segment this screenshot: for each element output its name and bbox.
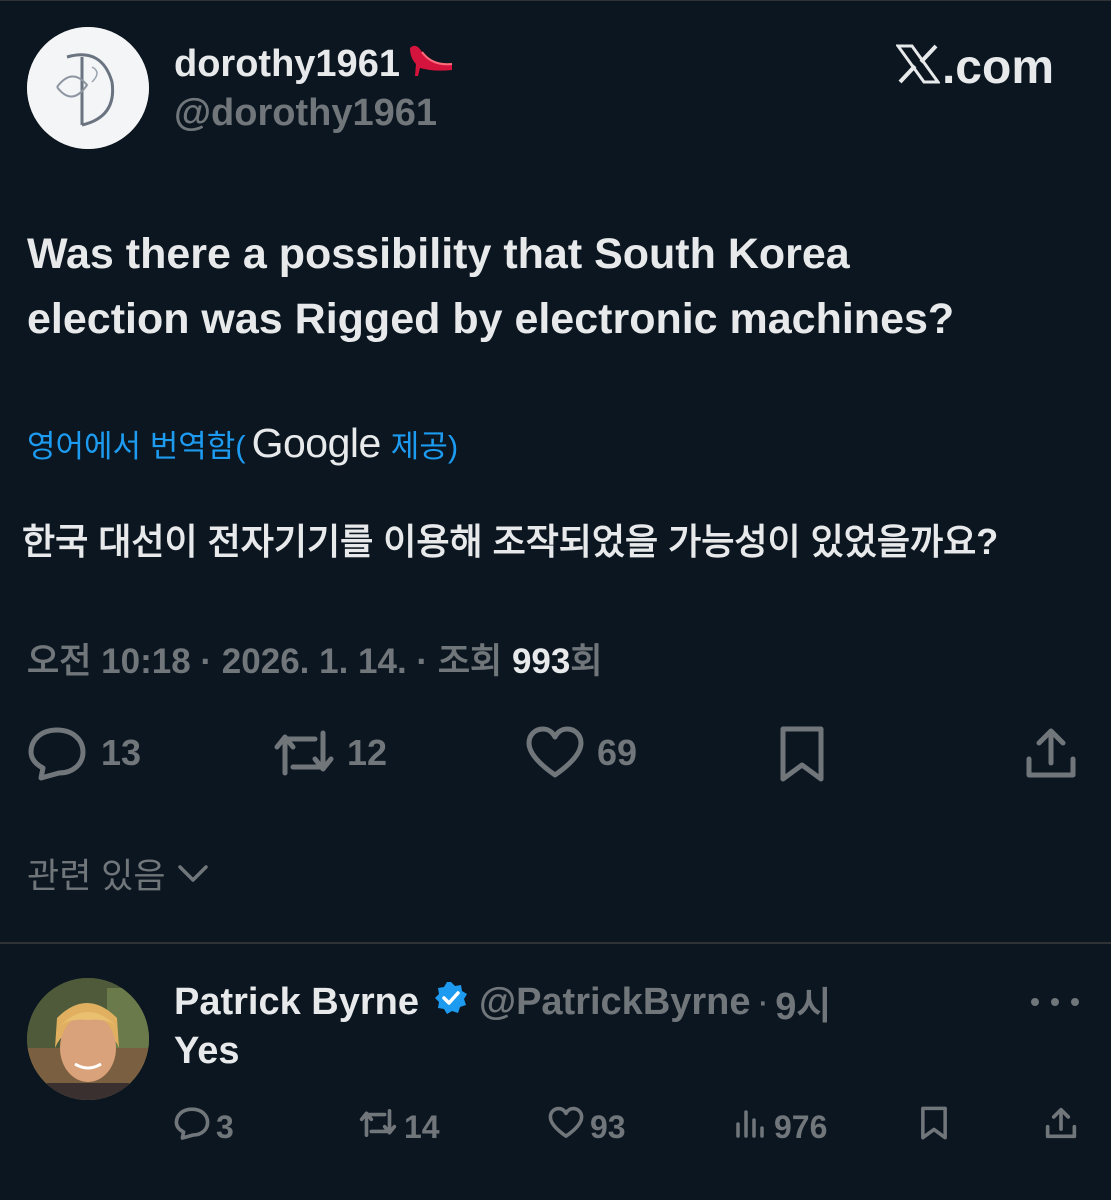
stiletto-emoji: [406, 40, 456, 88]
like-button[interactable]: 69: [525, 725, 637, 781]
translation-label: 영어에서 번역함(: [27, 429, 246, 464]
reply-retweet-button[interactable]: 14: [358, 1106, 440, 1148]
views-count: 993: [511, 642, 571, 681]
reply-author-handle[interactable]: @PatrickByrne: [479, 981, 751, 1024]
reply-like-count: 93: [590, 1108, 626, 1145]
reply-count: 13: [101, 732, 142, 773]
reply-views-button[interactable]: 976: [734, 1106, 827, 1148]
like-count: 69: [597, 732, 638, 773]
avatar-monogram-image: [27, 27, 149, 149]
section-divider: [0, 942, 1111, 944]
tweet-text-line-1: Was there a possibility that South Korea: [27, 230, 850, 278]
author-name-row[interactable]: dorothy1961: [174, 40, 456, 88]
bookmark-button[interactable]: [779, 725, 825, 783]
tweet-meta: 오전 10:18 · 2026. 1. 14. · 조회 993회: [27, 633, 603, 684]
reply-icon: [27, 725, 87, 781]
retweet-icon: [271, 725, 337, 781]
share-icon: [1044, 1106, 1078, 1148]
author-name[interactable]: dorothy1961: [174, 43, 400, 86]
reply-separator: ·: [756, 981, 770, 1023]
tweet-date[interactable]: 2026. 1. 14.: [222, 642, 407, 681]
translation-suffix: 제공): [390, 429, 459, 464]
views-label: 조회: [437, 642, 503, 681]
reply-actions-bar: 3 14 93 976: [174, 1100, 1084, 1150]
chevron-down-icon: [176, 854, 210, 894]
reply-reply-count: 3: [216, 1108, 234, 1145]
reply-like-button[interactable]: 93: [548, 1106, 626, 1148]
reply-header: Patrick Byrne @PatrickByrne · 9시: [174, 975, 831, 1030]
more-icon[interactable]: [1029, 994, 1081, 1012]
bookmark-icon: [920, 1106, 948, 1148]
x-logo-icon: [895, 38, 941, 96]
tweet-time[interactable]: 10:18: [101, 642, 191, 681]
reply-author-avatar[interactable]: [27, 978, 149, 1100]
heart-icon: [548, 1106, 584, 1148]
reply-author-name[interactable]: Patrick Byrne: [174, 981, 419, 1024]
views-icon: [734, 1106, 768, 1148]
time-prefix: 오전: [27, 642, 92, 681]
reply-reply-button[interactable]: 3: [174, 1106, 234, 1148]
x-brand-logo: .com: [895, 38, 1054, 96]
author-handle[interactable]: @dorothy1961: [174, 92, 437, 135]
tweet-text-line-2: election was Rigged by electronic machin…: [27, 295, 955, 343]
meta-separator: ·: [200, 642, 222, 681]
google-wordmark: Google: [251, 420, 382, 466]
related-toggle[interactable]: 관련 있음: [27, 848, 210, 899]
reply-bookmark-button[interactable]: [920, 1106, 948, 1148]
meta-separator: ·: [416, 642, 438, 681]
author-avatar[interactable]: [27, 27, 149, 149]
reply-share-button[interactable]: [1044, 1106, 1078, 1148]
verified-badge-icon: [433, 980, 469, 1026]
heart-icon: [525, 725, 585, 781]
avatar-photo-image: [27, 978, 149, 1100]
bookmark-icon: [779, 725, 825, 783]
tweet-actions-bar: 13 12 69: [27, 725, 1087, 785]
share-icon: [1023, 725, 1079, 781]
related-label: 관련 있음: [27, 857, 166, 896]
retweet-button[interactable]: 12: [271, 725, 387, 781]
reply-time[interactable]: 9시: [775, 975, 831, 1030]
reply-text: Yes: [174, 1030, 240, 1072]
retweet-icon: [358, 1106, 398, 1148]
reply-views-count: 976: [774, 1108, 828, 1145]
translation-attribution[interactable]: 영어에서 번역함( Google 제공): [27, 420, 458, 467]
reply-button[interactable]: 13: [27, 725, 141, 781]
share-button[interactable]: [1023, 725, 1079, 781]
views-suffix: 회: [570, 642, 603, 681]
top-divider: [0, 0, 1111, 1]
translated-text: 한국 대선이 전자기기를 이용해 조작되었을 가능성이 있었을까요?: [22, 521, 999, 562]
site-domain: .com: [941, 40, 1054, 94]
tweet-text: Was there a possibility that South Korea…: [27, 222, 1087, 352]
reply-retweet-count: 14: [404, 1108, 440, 1145]
reply-icon: [174, 1106, 210, 1148]
retweet-count: 12: [347, 732, 388, 773]
